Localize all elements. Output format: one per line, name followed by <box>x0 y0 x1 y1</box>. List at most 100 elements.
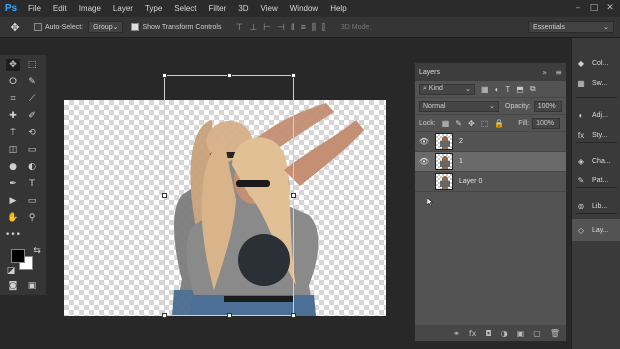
eye-icon[interactable]: 👁 <box>415 137 433 146</box>
dock-layers[interactable]: ◇ Lay... <box>572 219 620 241</box>
pen-tool-icon[interactable]: ✒ <box>6 178 20 190</box>
lock-transparent-icon[interactable]: ▦ <box>442 119 450 128</box>
align-right-icon[interactable]: ⊣ <box>277 22 285 33</box>
eye-icon[interactable]: 👁 <box>415 157 433 166</box>
transform-handle[interactable] <box>291 313 296 318</box>
quick-select-tool-icon[interactable]: ✎ <box>25 76 39 88</box>
adjustment-layer-icon[interactable]: ◑ <box>501 329 508 338</box>
align-left-icon[interactable]: ⊢ <box>263 22 271 33</box>
menu-3d[interactable]: 3D <box>232 4 254 13</box>
add-mask-icon[interactable]: ◘ <box>485 329 491 338</box>
brush-tool-icon[interactable]: ✐ <box>25 110 39 122</box>
lock-all-icon[interactable]: 🔒 <box>494 119 504 128</box>
menu-type[interactable]: Type <box>139 4 168 13</box>
menu-view[interactable]: View <box>255 4 284 13</box>
history-brush-tool-icon[interactable]: ⟲ <box>25 127 39 139</box>
lasso-tool-icon[interactable]: ⵔ <box>6 76 20 88</box>
default-colors-icon[interactable]: ◪ <box>4 265 18 277</box>
screen-mode-icon[interactable]: ▣ <box>25 280 39 292</box>
zoom-tool-icon[interactable]: ⚲ <box>25 212 39 224</box>
transform-handle[interactable] <box>227 73 232 78</box>
stamp-tool-icon[interactable]: ⍑ <box>6 127 20 139</box>
show-transform-checkbox[interactable] <box>131 23 140 31</box>
auto-align-icon[interactable]: ⫿ <box>322 22 325 33</box>
menu-file[interactable]: File <box>22 4 47 13</box>
dock-label: Pat... <box>592 176 609 184</box>
transform-handle[interactable] <box>162 313 167 318</box>
layer-row[interactable]: 👁 2 <box>415 132 566 152</box>
fill-label: Fill: <box>518 119 530 127</box>
healing-tool-icon[interactable]: ✚ <box>6 110 20 122</box>
transform-handle[interactable] <box>291 73 296 78</box>
filter-smart-object-icon[interactable]: ⧉ <box>530 84 536 94</box>
shape-tool-icon[interactable]: ▭ <box>25 195 39 207</box>
align-top-icon[interactable]: ⊤ <box>235 22 243 33</box>
gradient-tool-icon[interactable]: ▭ <box>25 144 39 156</box>
panel-menu-icon[interactable]: ≡ <box>555 68 562 77</box>
distribute-center-icon[interactable]: ≡ <box>301 22 306 33</box>
menu-help[interactable]: Help <box>324 4 352 13</box>
dock-swatches[interactable]: ▦ Sw... <box>572 72 620 94</box>
move-tool-icon[interactable]: ✥ <box>6 59 20 71</box>
blur-tool-icon[interactable]: ● <box>6 161 20 173</box>
filter-adjustment-icon[interactable]: ◐ <box>495 85 500 94</box>
filter-pixel-icon[interactable]: ▦ <box>481 85 489 94</box>
distribute-horizontal-icon[interactable]: ⫼ <box>312 22 316 33</box>
foreground-color-swatch[interactable] <box>11 249 25 263</box>
align-bottom-icon[interactable]: ⊥ <box>249 22 257 33</box>
dock-adjustments[interactable]: ◐ Adj... <box>572 104 620 126</box>
minimize-icon[interactable]: – <box>572 2 584 14</box>
menu-filter[interactable]: Filter <box>203 4 233 13</box>
menu-image[interactable]: Image <box>73 4 107 13</box>
dock-label: Sw... <box>592 79 608 87</box>
filter-kind-dropdown[interactable]: ⌕ Kind ⌄ <box>419 83 475 95</box>
menu-layer[interactable]: Layer <box>107 4 139 13</box>
fill-field[interactable]: 100% <box>532 117 561 129</box>
new-layer-icon[interactable]: ▢ <box>533 329 541 338</box>
dock-divider <box>576 97 617 98</box>
quick-mask-icon[interactable]: ◙ <box>6 280 20 292</box>
canvas-area[interactable] <box>46 38 414 328</box>
eyedropper-tool-icon[interactable]: ⟋ <box>25 93 39 105</box>
transform-bounding-box[interactable] <box>162 73 296 318</box>
menu-select[interactable]: Select <box>168 4 202 13</box>
lock-image-icon[interactable]: ✎ <box>455 119 462 128</box>
marquee-tool-icon[interactable]: ⬚ <box>25 59 39 71</box>
layers-tab[interactable]: Layers <box>419 69 440 76</box>
type-tool-icon[interactable]: T <box>25 178 39 190</box>
dodge-tool-icon[interactable]: ◐ <box>25 161 39 173</box>
move-tool-preset-icon[interactable]: ✥ <box>0 21 30 34</box>
auto-select-target-dropdown[interactable]: Group ⌄ <box>88 21 124 33</box>
new-group-icon[interactable]: ▣ <box>517 329 525 338</box>
transform-handle[interactable] <box>162 73 167 78</box>
transform-handle[interactable] <box>227 313 232 318</box>
layer-row[interactable]: 👁 1 <box>415 152 566 172</box>
eraser-tool-icon[interactable]: ◫ <box>6 144 20 156</box>
more-tools-icon[interactable]: ••• <box>5 229 21 241</box>
trash-icon[interactable]: 🗑 <box>550 329 560 338</box>
transform-handle[interactable] <box>291 193 296 198</box>
collapse-icon[interactable]: » <box>542 68 547 77</box>
blend-mode-dropdown[interactable]: Normal ⌄ <box>419 100 499 112</box>
menu-edit[interactable]: Edit <box>47 4 73 13</box>
close-icon[interactable]: ✕ <box>604 2 616 14</box>
lock-position-icon[interactable]: ✥ <box>468 119 475 128</box>
filter-type-icon[interactable]: T <box>505 85 510 94</box>
path-select-tool-icon[interactable]: ▶ <box>6 195 20 207</box>
crop-tool-icon[interactable]: ⌗ <box>6 93 20 105</box>
link-layers-icon[interactable]: ⚭ <box>453 329 460 338</box>
menu-window[interactable]: Window <box>284 4 324 13</box>
auto-select-checkbox[interactable] <box>34 23 42 31</box>
distribute-vertical-icon[interactable]: ‖ <box>291 22 295 33</box>
hand-tool-icon[interactable]: ✋ <box>6 212 20 224</box>
filter-shape-icon[interactable]: ⬒ <box>516 85 524 94</box>
maximize-icon[interactable]: □ <box>588 2 600 14</box>
layer-style-icon[interactable]: fx <box>469 329 477 338</box>
transform-handle[interactable] <box>162 193 167 198</box>
dock-color[interactable]: ◆ Col... <box>572 52 620 74</box>
opacity-field[interactable]: 100% <box>533 100 562 112</box>
lock-artboard-icon[interactable]: ⬚ <box>481 119 489 128</box>
workspace-dropdown[interactable]: Essentials ⌄ <box>528 21 614 33</box>
layer-row[interactable]: Layer 0 <box>415 172 566 192</box>
layer-filter-row: ⌕ Kind ⌄ ▦ ◐ T ⬒ ⧉ <box>415 81 566 98</box>
